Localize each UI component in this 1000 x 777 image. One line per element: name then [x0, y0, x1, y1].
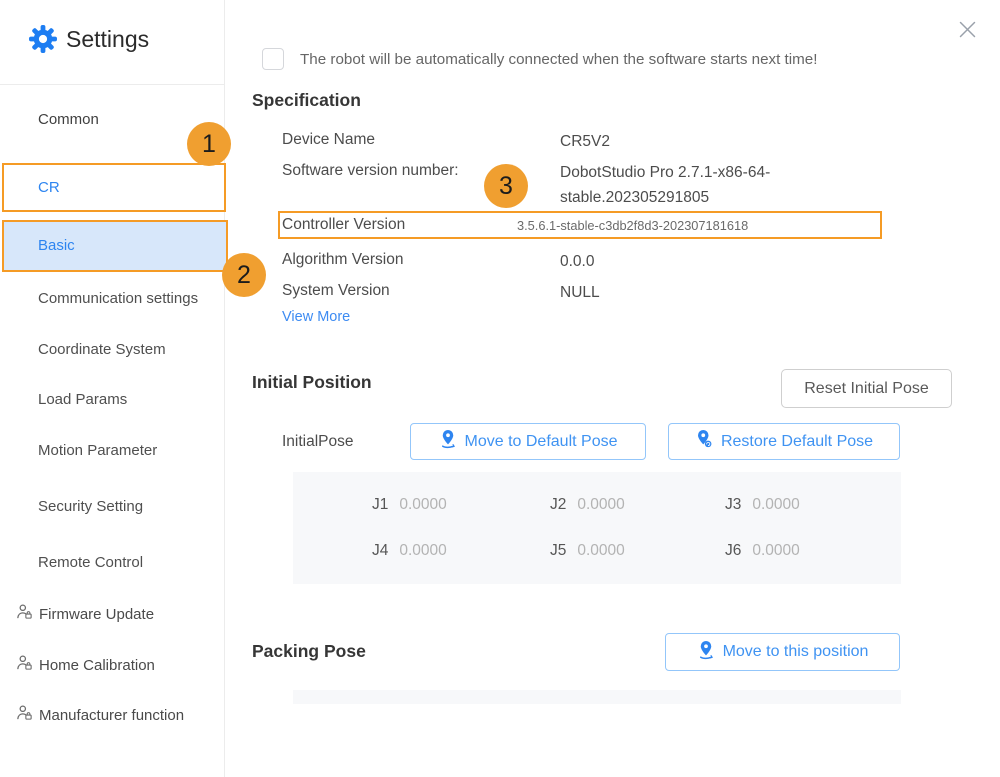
- sidebar-item-home-calibration-label: Home Calibration: [39, 657, 155, 674]
- move-to-this-position-label: Move to this position: [723, 643, 869, 661]
- joint-j5: J50.0000: [550, 541, 625, 561]
- main-content: The robot will be automatically connecte…: [225, 0, 1000, 777]
- sidebar-item-cr[interactable]: CR: [2, 163, 226, 212]
- sidebar: Settings Common CR Basic Communication s…: [0, 0, 225, 777]
- initial-position-heading: Initial Position: [252, 372, 372, 393]
- gear-icon: [28, 24, 58, 59]
- sidebar-item-basic[interactable]: Basic: [2, 220, 228, 272]
- auto-connect-label: The robot will be automatically connecte…: [300, 51, 817, 68]
- sidebar-item-cr-label: CR: [38, 165, 60, 210]
- close-icon[interactable]: [958, 20, 978, 40]
- initial-pose-label: InitialPose: [282, 433, 354, 451]
- annotation-badge-1: 1: [187, 122, 231, 166]
- controller-version-value: 3.5.6.1-stable-c3db2f8d3-202307181618: [517, 218, 748, 233]
- joint-j6: J60.0000: [725, 541, 800, 561]
- sidebar-item-common[interactable]: Common: [38, 110, 99, 130]
- sidebar-item-security-setting[interactable]: Security Setting: [38, 497, 143, 517]
- sidebar-item-coordinate-system[interactable]: Coordinate System: [38, 340, 166, 360]
- sidebar-item-load-params[interactable]: Load Params: [38, 390, 127, 410]
- specification-heading: Specification: [252, 90, 361, 111]
- joint-j1: J10.0000: [372, 495, 447, 515]
- joint-j2: J20.0000: [550, 495, 625, 515]
- sidebar-item-firmware-update[interactable]: Firmware Update: [16, 604, 154, 624]
- system-version-value: NULL: [560, 280, 600, 305]
- sidebar-header: Settings: [0, 0, 224, 85]
- packing-pose-heading: Packing Pose: [252, 641, 366, 662]
- software-version-value: DobotStudio Pro 2.7.1-x86-64-stable.2023…: [560, 160, 815, 210]
- controller-version-label: Controller Version: [282, 214, 405, 236]
- move-to-this-position-button[interactable]: Move to this position: [665, 633, 900, 671]
- device-name-value: CR5V2: [560, 129, 610, 154]
- move-to-default-pose-label: Move to Default Pose: [465, 433, 618, 451]
- location-pin-restore-icon: [695, 429, 713, 454]
- sidebar-item-firmware-update-label: Firmware Update: [39, 606, 154, 623]
- restore-default-pose-label: Restore Default Pose: [721, 433, 873, 451]
- view-more-link[interactable]: View More: [282, 309, 350, 325]
- algorithm-version-value: 0.0.0: [560, 249, 594, 274]
- system-version-label: System Version: [282, 280, 390, 302]
- joint-j4: J40.0000: [372, 541, 447, 561]
- sidebar-item-remote-control[interactable]: Remote Control: [38, 553, 143, 573]
- algorithm-version-label: Algorithm Version: [282, 249, 403, 271]
- restore-default-pose-button[interactable]: Restore Default Pose: [668, 423, 900, 460]
- auto-connect-checkbox[interactable]: [262, 48, 284, 70]
- annotation-badge-3: 3: [484, 164, 528, 208]
- location-pin-icon: [439, 429, 457, 454]
- settings-window: Settings Common CR Basic Communication s…: [0, 0, 1000, 777]
- sidebar-item-manufacturer-function[interactable]: Manufacturer function: [16, 705, 184, 725]
- settings-title: Settings: [66, 26, 149, 53]
- sidebar-item-home-calibration[interactable]: Home Calibration: [16, 655, 155, 675]
- user-lock-icon: [16, 654, 33, 676]
- initial-pose-joints-panel: J10.0000 J20.0000 J30.0000 J40.0000 J50.…: [293, 472, 901, 584]
- sidebar-item-communication-settings[interactable]: Communication settings: [38, 289, 198, 309]
- joint-j3: J30.0000: [725, 495, 800, 515]
- user-lock-icon: [16, 603, 33, 625]
- sidebar-item-motion-parameter[interactable]: Motion Parameter: [38, 441, 157, 461]
- reset-initial-pose-button[interactable]: Reset Initial Pose: [781, 369, 952, 408]
- sidebar-item-manufacturer-function-label: Manufacturer function: [39, 707, 184, 724]
- location-pin-icon: [697, 640, 715, 665]
- sidebar-item-basic-label: Basic: [38, 222, 75, 270]
- move-to-default-pose-button[interactable]: Move to Default Pose: [410, 423, 646, 460]
- user-lock-icon: [16, 704, 33, 726]
- annotation-badge-2: 2: [222, 253, 266, 297]
- device-name-label: Device Name: [282, 129, 375, 151]
- packing-pose-panel: [293, 690, 901, 704]
- software-version-label: Software version number:: [282, 160, 459, 182]
